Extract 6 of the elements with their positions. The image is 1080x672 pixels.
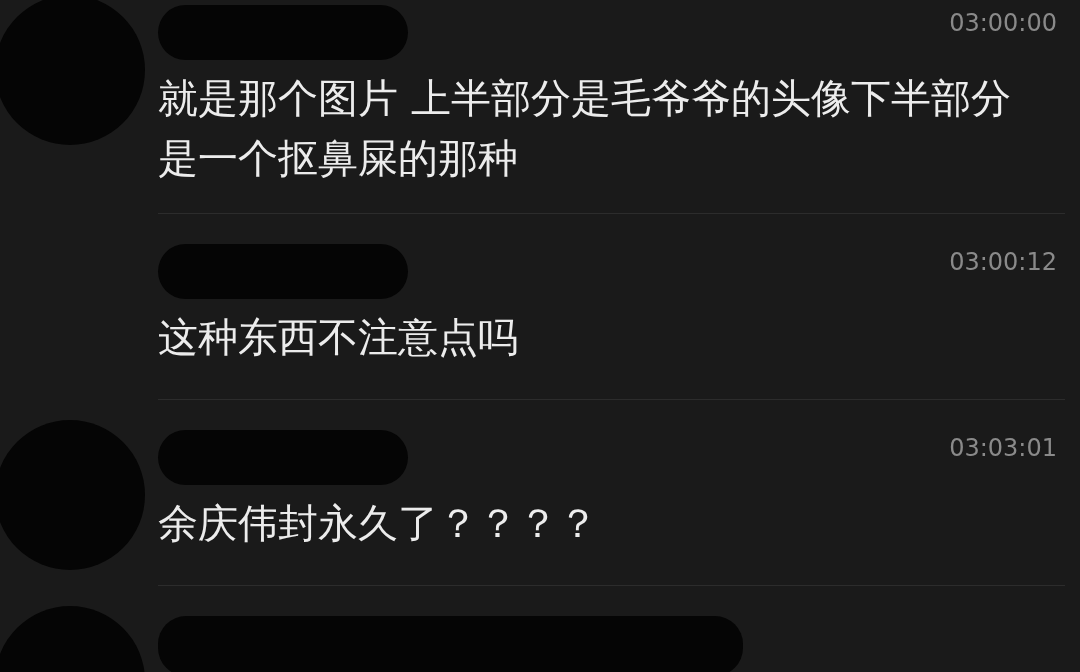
- message-text: 这种东西不注意点吗: [158, 313, 519, 362]
- message-text: 余庆伟封永久了？？？？: [158, 499, 599, 548]
- message-text: 就是那个图片 上半部分是毛爷爷的头像下半部分是一个抠鼻屎的那种: [158, 74, 1012, 183]
- message-time: 03:03:01: [949, 434, 1057, 462]
- message-time: 03:00:00: [949, 9, 1057, 37]
- message-time: 03:00:12: [949, 248, 1057, 276]
